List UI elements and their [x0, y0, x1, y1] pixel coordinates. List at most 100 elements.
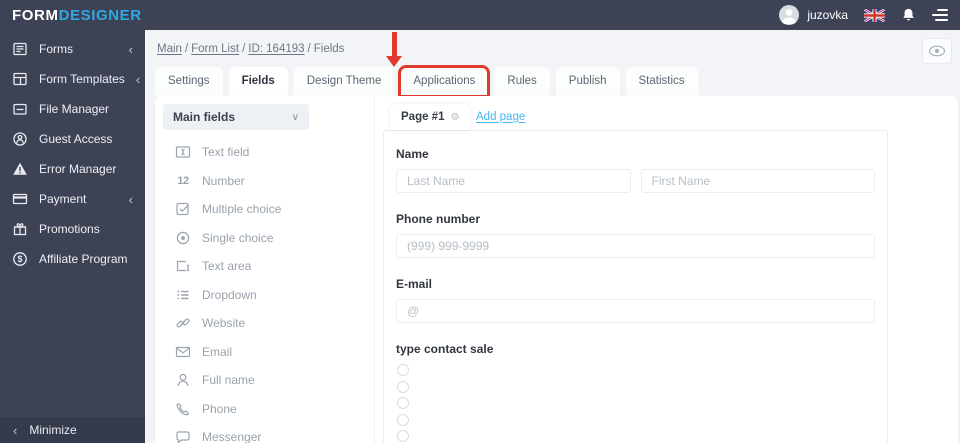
sidebar-item-error-manager[interactable]: Error Manager	[0, 154, 145, 184]
breadcrumb-form-id[interactable]: ID: 164193	[248, 43, 304, 55]
tab-rules[interactable]: Rules	[494, 67, 550, 96]
chevron-left-icon: ‹	[128, 191, 133, 207]
sidebar-item-label: Payment	[39, 192, 87, 206]
tab-statistics[interactable]: Statistics	[625, 67, 698, 96]
app-logo: FORMDESIGNER	[12, 7, 142, 24]
sidebar-item-file-manager[interactable]: File Manager	[0, 94, 145, 124]
field-type-number[interactable]: 12 Number	[155, 167, 374, 196]
sidebar-item-forms[interactable]: Forms ‹	[0, 34, 145, 64]
annotation-arrow-head	[386, 56, 402, 67]
radio-option[interactable]	[397, 364, 409, 376]
field-type-messenger[interactable]: Messenger	[155, 423, 374, 443]
field-type-email[interactable]: Email	[155, 338, 374, 367]
form-tabs: Settings Fields Design Theme Application…	[155, 65, 698, 98]
sidebar-item-payment[interactable]: Payment ‹	[0, 184, 145, 214]
form-field-type-contact-sale[interactable]: type contact sale	[396, 342, 875, 442]
language-flag-icon[interactable]	[864, 8, 885, 22]
radio-option[interactable]	[397, 397, 409, 409]
user-avatar[interactable]	[779, 5, 800, 25]
main-content: Main / Form List / ID: 164193/Fields Setting…	[145, 30, 960, 443]
preview-eye-button[interactable]	[922, 38, 952, 64]
sidebar-item-label: Forms	[39, 42, 73, 56]
promotions-icon	[13, 223, 27, 236]
field-type-full-name[interactable]: Full name	[155, 366, 374, 395]
top-header: FORMDESIGNER juzovka	[0, 0, 960, 30]
page-tab[interactable]: Page #1 ⚙	[390, 104, 471, 130]
breadcrumb-current: Fields	[313, 43, 345, 55]
phone-icon	[176, 402, 190, 416]
form-preview-card: Name Phone number E-mail type contact sa…	[383, 130, 888, 443]
tab-design-theme[interactable]: Design Theme	[293, 67, 395, 96]
minimize-label: Minimize	[29, 423, 77, 437]
svg-text:$: $	[17, 254, 22, 264]
tab-applications[interactable]: Applications	[398, 65, 491, 98]
number-icon: 12	[177, 174, 189, 187]
field-type-label: Text area	[202, 259, 252, 274]
sidebar-minimize-button[interactable]: ‹ Minimize	[0, 417, 145, 443]
sidebar-item-affiliate-program[interactable]: $ Affiliate Program	[0, 244, 145, 274]
form-field-email[interactable]: E-mail	[396, 277, 875, 323]
sidebar-item-label: Form Templates	[39, 72, 125, 86]
field-type-website[interactable]: Website	[155, 309, 374, 338]
field-type-dropdown[interactable]: Dropdown	[155, 281, 374, 310]
annotation-arrow	[392, 32, 397, 57]
user-name[interactable]: juzovka	[807, 8, 848, 22]
field-type-text-area[interactable]: Text area	[155, 252, 374, 281]
last-name-input[interactable]	[396, 169, 631, 193]
form-field-phone-number[interactable]: Phone number	[396, 212, 875, 258]
field-label: type contact sale	[396, 342, 494, 356]
radio-option-list	[396, 364, 875, 442]
field-type-list: Text field 12 Number Multiple choice Sin…	[155, 138, 374, 443]
radio-option[interactable]	[397, 430, 409, 442]
field-types-panel: Main fields ∨ Text field 12 Number Multi…	[155, 96, 375, 443]
affiliate-program-icon: $	[13, 252, 27, 266]
notifications-bell-icon[interactable]	[901, 7, 916, 23]
first-name-input[interactable]	[640, 169, 875, 193]
logo-part-form: FORM	[12, 6, 59, 24]
field-type-label: Messenger	[202, 430, 262, 443]
field-type-label: Number	[202, 173, 245, 188]
field-type-label: Website	[202, 316, 246, 331]
forms-icon	[13, 42, 27, 56]
field-type-label: Full name	[202, 373, 255, 388]
field-type-label: Email	[202, 344, 233, 359]
text-field-icon	[175, 146, 191, 158]
field-type-label: Single choice	[202, 230, 274, 245]
sidebar-item-promotions[interactable]: Promotions	[0, 214, 145, 244]
sidebar-item-guest-access[interactable]: Guest Access	[0, 124, 145, 154]
breadcrumb-main[interactable]: Main	[157, 43, 182, 55]
form-field-name[interactable]: Name	[396, 147, 875, 193]
page-tab-label: Page #1	[401, 111, 445, 123]
dropdown-icon	[177, 290, 189, 299]
file-manager-icon	[13, 103, 27, 115]
sidebar-item-label: Promotions	[39, 222, 100, 236]
tab-settings[interactable]: Settings	[155, 67, 223, 96]
breadcrumb: Main / Form List / ID: 164193/Fields	[157, 43, 344, 55]
sidebar-item-form-templates[interactable]: Form Templates ‹	[0, 64, 145, 94]
add-page-link[interactable]: Add page	[476, 111, 525, 123]
breadcrumb-form-list[interactable]: Form List	[191, 43, 239, 55]
field-type-text-field[interactable]: Text field	[155, 138, 374, 167]
email-input[interactable]	[396, 299, 875, 323]
messenger-icon	[176, 431, 190, 443]
radio-option[interactable]	[397, 380, 409, 393]
text-area-icon	[176, 261, 190, 272]
menu-hamburger-icon[interactable]	[932, 9, 948, 21]
single-choice-icon	[176, 231, 190, 244]
form-templates-icon	[13, 72, 27, 86]
tab-fields[interactable]: Fields	[228, 67, 288, 96]
breadcrumb-separator: /	[307, 43, 311, 55]
field-label: Name	[396, 147, 429, 161]
field-label: Phone number	[396, 212, 481, 226]
field-type-single-choice[interactable]: Single choice	[155, 224, 374, 253]
tab-publish[interactable]: Publish	[555, 67, 620, 96]
website-icon	[176, 318, 190, 328]
field-group-select[interactable]: Main fields ∨	[163, 104, 309, 130]
field-type-phone[interactable]: Phone	[155, 395, 374, 424]
field-label: E-mail	[396, 277, 433, 291]
radio-option[interactable]	[397, 413, 409, 426]
phone-number-input[interactable]	[396, 234, 875, 258]
field-type-multiple-choice[interactable]: Multiple choice	[155, 195, 374, 224]
chevron-left-icon: ‹	[135, 71, 141, 87]
page-settings-gear-icon[interactable]: ⚙	[450, 112, 459, 123]
